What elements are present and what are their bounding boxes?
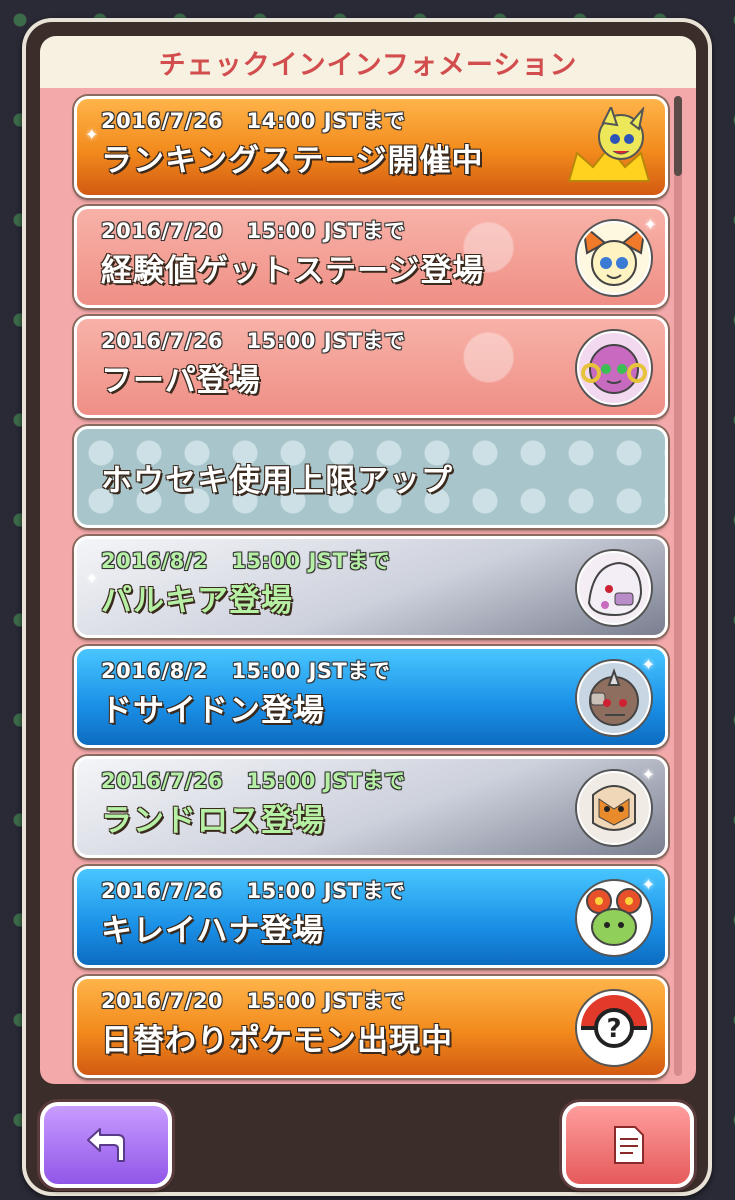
banner-date: 2016/7/26 15:00 JSTまで (101, 769, 406, 793)
banner-title: 経験値ゲットステージ登場 (101, 253, 485, 289)
info-banner-gem-limit[interactable]: ホウセキ使用上限アップ (74, 426, 668, 528)
info-banner-ranking-stage[interactable]: 2016/7/26 14:00 JSTまで ランキングステージ開催中 ✦ (74, 96, 668, 198)
back-arrow-icon (87, 1128, 125, 1162)
back-button[interactable] (40, 1102, 172, 1188)
info-banner-exp-stage[interactable]: 2016/7/20 15:00 JSTまで 経験値ゲットステージ登場 ✦ (74, 206, 668, 308)
dialog-title: チェックインインフォメーション (40, 36, 696, 88)
sparkle-icon: ✦ (85, 569, 99, 588)
banner-date: 2016/7/26 15:00 JSTまで (101, 879, 406, 903)
notes-button[interactable] (562, 1102, 694, 1188)
banner-title: キレイハナ登場 (101, 913, 325, 949)
palkia-icon (577, 551, 651, 625)
info-banner-hoopa[interactable]: 2016/7/26 15:00 JSTまで フーパ登場 (74, 316, 668, 418)
sparkle-icon: ✦ (643, 215, 657, 234)
sparkle-icon: ✦ (641, 655, 655, 674)
banner-title: ランキングステージ開催中 (101, 143, 484, 179)
rhyperior-icon (577, 661, 651, 735)
info-banner-bellossom[interactable]: 2016/7/26 15:00 JSTまで キレイハナ登場 ✦ (74, 866, 668, 968)
sparkle-icon: ✦ (641, 875, 655, 894)
banner-title: ランドロス登場 (101, 803, 325, 839)
bottom-bar (22, 1088, 712, 1200)
banner-date: 2016/8/2 15:00 JSTまで (101, 659, 391, 683)
info-banner-rhyperior[interactable]: 2016/8/2 15:00 JSTまで ドサイドン登場 ✦ (74, 646, 668, 748)
banner-title: フーパ登場 (101, 363, 261, 399)
hoopa-icon (577, 331, 651, 405)
sparkle-icon: ✦ (85, 125, 99, 144)
info-list[interactable]: 2016/7/26 14:00 JSTまで ランキングステージ開催中 ✦ 201… (40, 88, 696, 1084)
banner-date: 2016/8/2 15:00 JSTまで (101, 549, 391, 573)
info-banner-daily-pokemon[interactable]: 2016/7/20 15:00 JSTまで 日替わりポケモン出現中 ? (74, 976, 668, 1078)
banner-title: パルキア登場 (101, 583, 293, 619)
meowstic-crown-icon (567, 107, 651, 182)
banner-date: 2016/7/20 15:00 JSTまで (101, 219, 406, 243)
scrollbar-track[interactable] (674, 96, 682, 1076)
banner-date: 2016/7/26 15:00 JSTまで (101, 329, 406, 353)
info-banner-palkia[interactable]: 2016/8/2 15:00 JSTまで パルキア登場 ✦ (74, 536, 668, 638)
info-banner-landorus[interactable]: 2016/7/26 15:00 JSTまで ランドロス登場 ✦ (74, 756, 668, 858)
sparkle-icon: ✦ (641, 765, 655, 784)
banner-title: 日替わりポケモン出現中 (101, 1023, 453, 1059)
banner-title: ドサイドン登場 (101, 693, 325, 729)
bellossom-icon (577, 881, 651, 955)
banner-date: 2016/7/20 15:00 JSTまで (101, 989, 406, 1013)
victini-icon (577, 221, 651, 295)
scrollbar-thumb[interactable] (674, 96, 682, 176)
landorus-icon (577, 771, 651, 845)
banner-title: ホウセキ使用上限アップ (101, 463, 453, 499)
mystery-pokeball-icon: ? (577, 991, 651, 1065)
notes-icon (614, 1126, 644, 1164)
banner-date: 2016/7/26 14:00 JSTまで (101, 109, 406, 133)
svg-text:?: ? (606, 1014, 621, 1044)
